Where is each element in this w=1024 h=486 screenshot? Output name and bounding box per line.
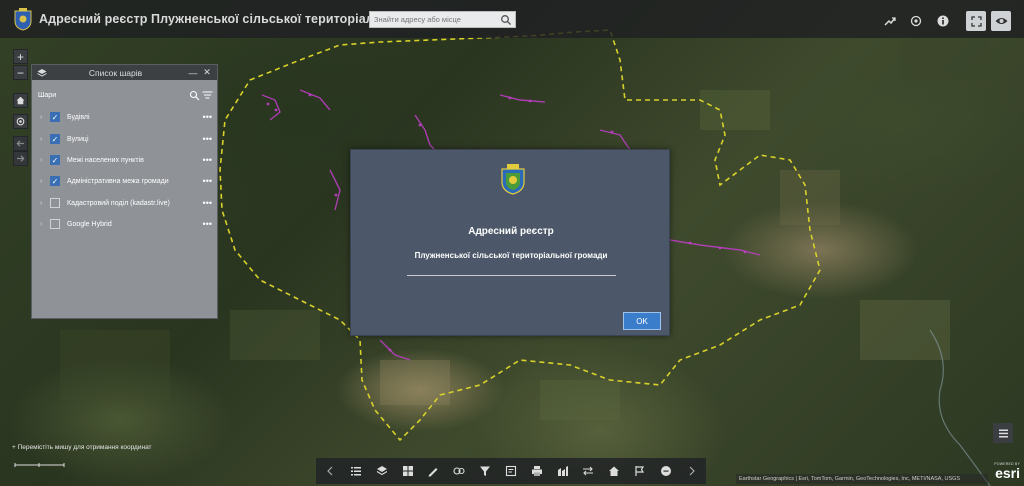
layer-name: Кадастровий поділ (kadastr.live) (67, 199, 170, 207)
layer-name: Адміністративна межа громади (67, 177, 169, 185)
coordinate-hint: Перемістіть мишу для отримання координат (17, 444, 152, 451)
dialog-subtitle: Плужненської сільської територіальної гр… (414, 251, 608, 260)
layer-checkbox[interactable]: ✓ (50, 176, 60, 186)
divider (407, 275, 616, 276)
edit-icon[interactable] (503, 463, 519, 479)
zoom-in-button[interactable]: + (13, 49, 28, 64)
layer-item-streets[interactable]: › ✓ Вулиці ••• (40, 131, 212, 147)
close-icon[interactable]: ✕ (202, 67, 212, 78)
coordinate-readout: + Перемістіть мишу для отримання координ… (12, 444, 152, 451)
expand-icon[interactable]: › (40, 136, 48, 143)
forward-extent-button[interactable] (13, 151, 28, 166)
layer-checkbox[interactable] (50, 219, 60, 229)
layer-name: Межі населених пунктів (67, 156, 144, 164)
layer-checkbox[interactable]: ✓ (50, 155, 60, 165)
layer-list-panel: Список шарів — ✕ Шари › ✓ Будівлі ••• › … (31, 64, 218, 319)
ok-button[interactable]: OK (623, 312, 661, 330)
layer-checkbox[interactable]: ✓ (50, 134, 60, 144)
visibility-button[interactable] (991, 11, 1011, 31)
coat-of-arms-icon (501, 164, 525, 195)
dialog-title: Адресний реєстр (468, 226, 554, 237)
layer-item-buildings[interactable]: › ✓ Будівлі ••• (40, 109, 212, 125)
print-icon[interactable] (529, 463, 545, 479)
splash-dialog: Адресний реєстр Плужненської сільської т… (350, 149, 670, 336)
expand-icon[interactable]: › (40, 221, 48, 228)
more-options-icon[interactable]: ••• (203, 134, 212, 144)
share-icon (884, 17, 896, 26)
layer-name: Google Hybrid (67, 220, 112, 228)
swipe-icon[interactable] (580, 463, 596, 479)
back-extent-button[interactable] (13, 136, 28, 151)
home-button[interactable] (13, 93, 28, 108)
forward-arrow-icon (17, 155, 25, 162)
expand-icon[interactable]: › (40, 114, 48, 121)
expand-icon[interactable]: › (40, 157, 48, 164)
filter-layers-icon[interactable] (202, 90, 213, 101)
minimize-icon[interactable]: — (188, 68, 198, 78)
search-icon[interactable] (500, 14, 512, 26)
more-options-icon[interactable]: ••• (203, 219, 212, 229)
layer-item-cadastre[interactable]: › Кадастровий поділ (kadastr.live) ••• (40, 195, 212, 211)
zoom-out-button[interactable]: − (13, 65, 28, 80)
expand-icon[interactable]: › (40, 178, 48, 185)
list-icon (998, 429, 1008, 437)
layer-item-settlement-boundaries[interactable]: › ✓ Межі населених пунктів ••• (40, 152, 212, 168)
layer-item-google-hybrid[interactable]: › Google Hybrid ••• (40, 216, 212, 232)
panel-header: Список шарів — ✕ (32, 65, 217, 80)
layer-list-icon[interactable] (374, 463, 390, 479)
scroll-left-icon[interactable] (322, 463, 338, 479)
more-options-icon[interactable]: ••• (203, 155, 212, 165)
list-button[interactable] (993, 423, 1013, 443)
fullscreen-icon (970, 15, 982, 27)
esri-logo: POWERED BY esri (994, 462, 1020, 481)
expand-icon[interactable]: › (40, 200, 48, 207)
measure-icon[interactable] (451, 463, 467, 479)
home-icon[interactable] (606, 463, 622, 479)
smile-icon[interactable] (658, 463, 674, 479)
search-box[interactable] (369, 11, 516, 28)
locate-icon (16, 117, 25, 126)
share-button[interactable] (880, 11, 900, 31)
home-icon (16, 96, 25, 105)
fullscreen-button[interactable] (966, 11, 986, 31)
more-options-icon[interactable]: ••• (203, 176, 212, 186)
back-arrow-icon (16, 140, 24, 147)
scroll-right-icon[interactable] (684, 463, 700, 479)
basemap-gallery-icon[interactable] (400, 463, 416, 479)
layer-item-admin-boundary[interactable]: › ✓ Адміністративна межа громади ••• (40, 173, 212, 189)
search-input[interactable] (370, 15, 494, 24)
more-options-icon[interactable]: ••• (203, 198, 212, 208)
query-icon[interactable] (632, 463, 648, 479)
map-attribution[interactable]: Earthstar Geographics | Esri, TomTom, Ga… (736, 474, 988, 484)
bottom-toolbar (316, 458, 706, 484)
widget-icon (910, 15, 922, 27)
chart-icon[interactable] (555, 463, 571, 479)
scale-bar (14, 463, 65, 467)
coat-of-arms-icon (14, 8, 32, 31)
legend-icon[interactable] (348, 463, 364, 479)
search-layers-icon[interactable] (189, 90, 200, 101)
eye-icon (995, 18, 1007, 24)
panel-title: Список шарів (88, 67, 143, 78)
layer-checkbox[interactable] (50, 198, 60, 208)
layer-name: Вулиці (67, 135, 89, 143)
layer-checkbox[interactable]: ✓ (50, 112, 60, 122)
locate-button[interactable] (13, 114, 28, 129)
layers-icon (37, 68, 47, 77)
info-button[interactable] (933, 11, 953, 31)
layers-heading: Шари (38, 92, 57, 99)
draw-icon[interactable] (425, 463, 441, 479)
info-icon (937, 15, 949, 27)
widget-button[interactable] (906, 11, 926, 31)
filter-icon[interactable] (477, 463, 493, 479)
layer-name: Будівлі (67, 113, 90, 121)
more-options-icon[interactable]: ••• (203, 112, 212, 122)
